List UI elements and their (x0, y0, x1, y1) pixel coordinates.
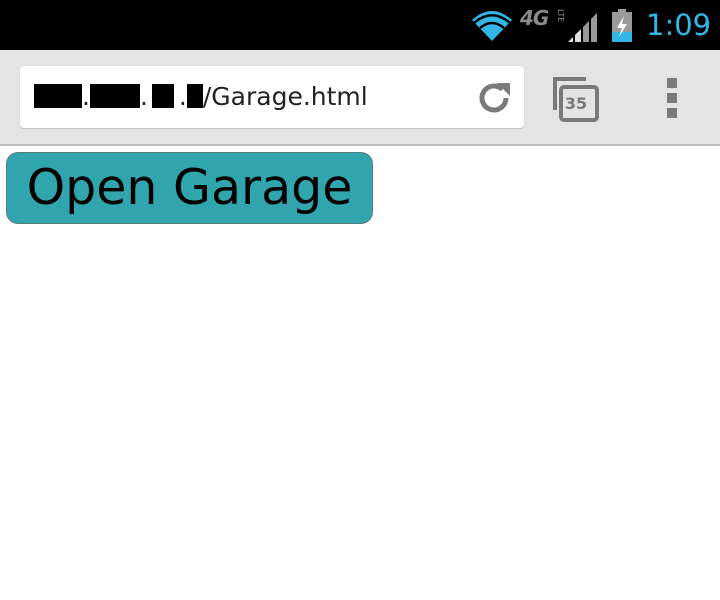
redacted-url-part (89, 84, 140, 108)
redacted-url-part (151, 84, 174, 108)
status-bar: 4G LTE 1:09 (0, 0, 720, 50)
url-text: .. ./Garage.html (34, 66, 368, 128)
network-type-label: 4G (520, 6, 549, 30)
tabs-button[interactable]: 35 (552, 76, 600, 122)
tab-count: 35 (564, 94, 588, 113)
browser-toolbar: .. ./Garage.html 35 (0, 50, 720, 146)
reload-icon[interactable] (476, 80, 512, 116)
page-content: Open Garage (0, 146, 720, 600)
battery-charging-icon (612, 9, 632, 42)
network-subtype-label: LTE (556, 9, 565, 23)
redacted-url-part (34, 84, 82, 108)
overflow-menu-icon[interactable] (664, 78, 680, 118)
url-bar[interactable]: .. ./Garage.html (20, 66, 524, 128)
status-clock: 1:09 (646, 8, 712, 42)
redacted-url-part (186, 84, 203, 108)
signal-icon (568, 13, 597, 42)
wifi-icon (472, 11, 512, 41)
url-path: /Garage.html (202, 82, 368, 111)
network-type-indicator: 4G LTE (520, 6, 566, 34)
open-garage-button[interactable]: Open Garage (6, 152, 373, 224)
